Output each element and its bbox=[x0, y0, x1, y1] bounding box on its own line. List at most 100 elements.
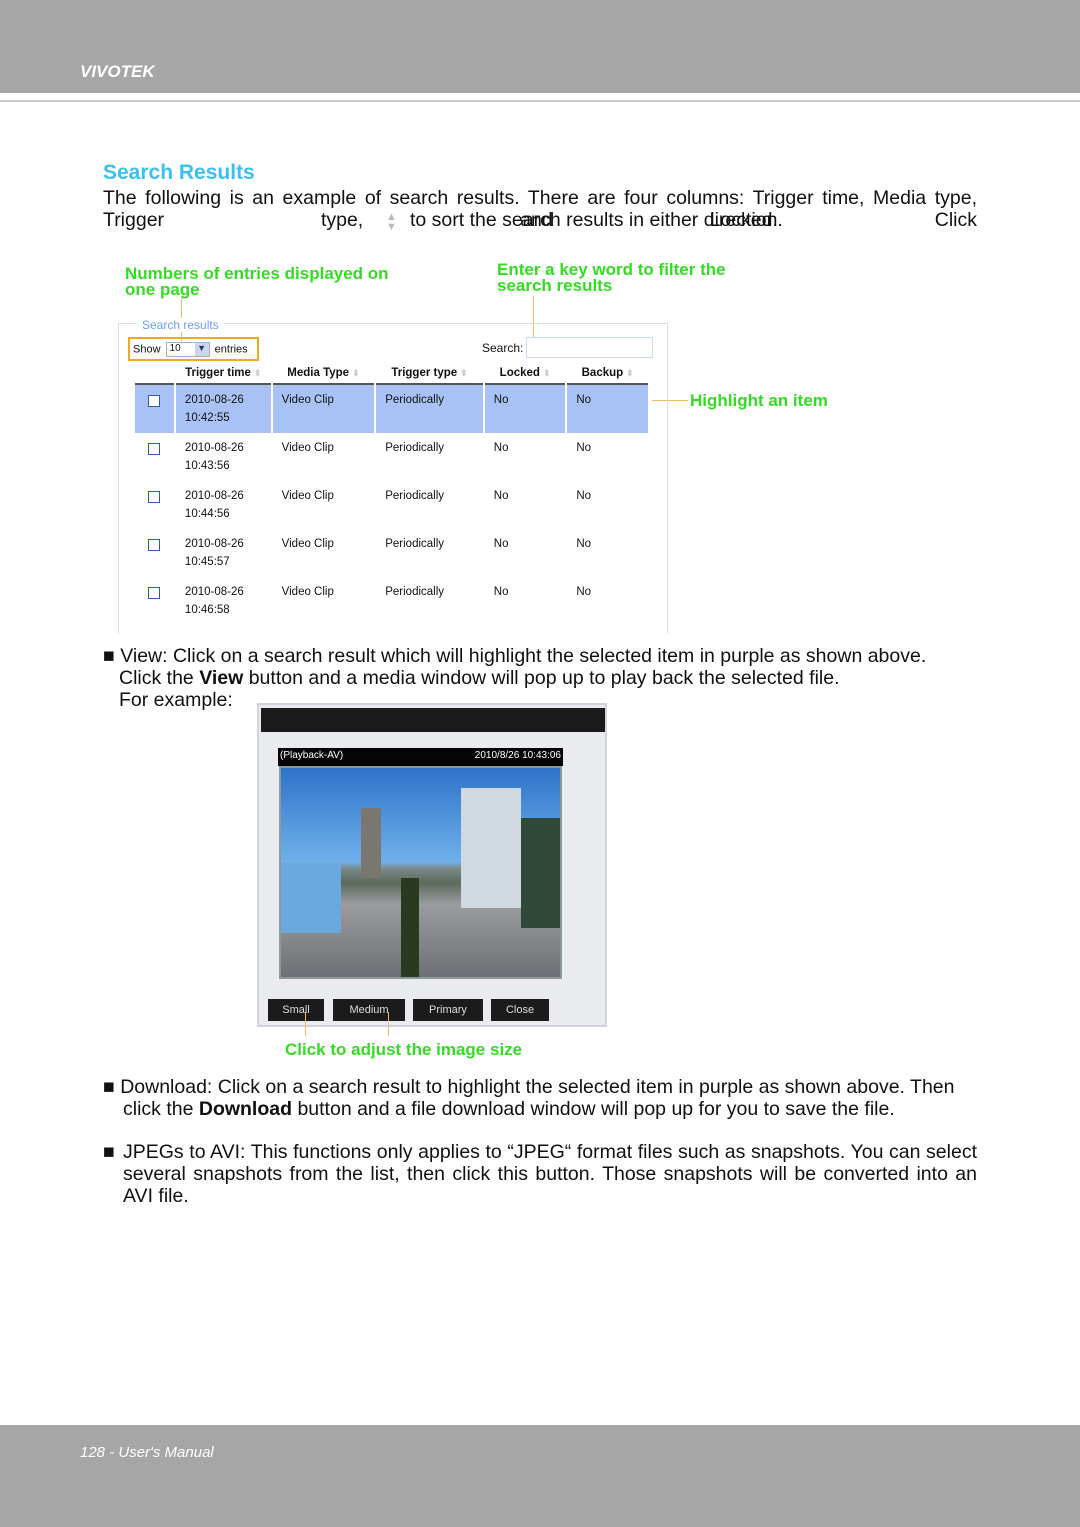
view-keyword: View bbox=[199, 667, 244, 689]
chevron-down-icon: ▼ bbox=[194, 343, 209, 356]
caption-left: (Playback-AV) bbox=[280, 750, 344, 761]
cell-media-type: Video Clip bbox=[273, 625, 375, 631]
row-select-cell bbox=[135, 577, 174, 625]
col-media-type[interactable]: Media Type ⬍ bbox=[272, 363, 375, 385]
caption-right: 2010/8/26 10:43:06 bbox=[474, 750, 561, 761]
cell-locked: No bbox=[493, 490, 509, 502]
cell-media-type: Video Clip bbox=[272, 385, 375, 433]
cell-trigger-type: Periodically bbox=[385, 490, 445, 502]
page-header bbox=[0, 0, 1080, 93]
cell-media-type: Video Clip bbox=[281, 490, 334, 502]
header-divider bbox=[0, 100, 1080, 102]
cell-media-type: Video Clip bbox=[281, 586, 334, 598]
cell-locked: No bbox=[493, 538, 509, 550]
row-checkbox[interactable] bbox=[148, 491, 160, 503]
callout-line bbox=[388, 1012, 389, 1036]
small-button[interactable]: Small bbox=[268, 999, 324, 1021]
close-button[interactable]: Close bbox=[491, 999, 549, 1021]
col-trigger-time[interactable]: Trigger time ⬍ bbox=[175, 363, 271, 385]
cell-backup: No bbox=[567, 385, 648, 433]
cell-trigger-time: 2010-08-26 10:43:56 bbox=[184, 442, 244, 472]
row-checkbox[interactable] bbox=[148, 395, 160, 407]
jpegs-text: JPEGs to AVI: This functions only applie… bbox=[123, 1141, 977, 1207]
entries-label: entries bbox=[214, 343, 248, 356]
sort-icon: ⬍ bbox=[352, 368, 360, 378]
view-line2: Click the View button and a media window… bbox=[119, 667, 840, 689]
row-checkbox[interactable] bbox=[148, 587, 160, 599]
view-text: View: Click on a search result which wil… bbox=[120, 645, 927, 667]
video-frame bbox=[279, 766, 562, 979]
sort-icon: ⬍ bbox=[542, 368, 551, 378]
cell-trigger-type: Periodically bbox=[376, 385, 483, 433]
cell-media-type: Video Clip bbox=[281, 442, 334, 454]
sort-icon: ⬍ bbox=[626, 368, 634, 378]
building bbox=[461, 788, 521, 908]
cell-backup: No bbox=[576, 490, 592, 502]
table-row[interactable]: 2010-08-26 10:42:55 Video Clip Periodical… bbox=[135, 385, 648, 433]
col-select bbox=[135, 363, 174, 385]
panel-legend: Search results bbox=[137, 318, 224, 332]
row-select-cell bbox=[135, 529, 174, 577]
cell-media-type: Video Clip bbox=[281, 538, 334, 550]
trees bbox=[521, 818, 560, 928]
row-select-cell bbox=[135, 385, 174, 433]
cell-trigger-type: Periodically bbox=[385, 442, 445, 454]
row-select-cell bbox=[135, 433, 174, 481]
section-title: Search Results bbox=[103, 161, 255, 184]
col-backup[interactable]: Backup ⬍ bbox=[567, 363, 648, 385]
table-row[interactable]: 2010-08-26 10:46:58 Video Clip Periodical… bbox=[135, 577, 648, 625]
building bbox=[361, 808, 381, 878]
sort-icon: ▲ ▼ bbox=[386, 211, 397, 233]
view-bullet: ■ View: Click on a search result which w… bbox=[103, 645, 927, 667]
cell-trigger-type: Periodically bbox=[385, 586, 445, 598]
col-locked[interactable]: Locked ⬍ bbox=[484, 363, 566, 385]
annotation-entries: Numbers of entries displayed on one page bbox=[125, 264, 389, 299]
media-popup-window: (Playback-AV) 2010/8/26 10:43:06 Small Me… bbox=[257, 703, 607, 1027]
popup-titlebar bbox=[261, 708, 605, 732]
sort-icon: ⬍ bbox=[253, 368, 262, 378]
table-row[interactable]: 2010-08-26 10:45:57 Video Clip Periodical… bbox=[135, 529, 648, 577]
median bbox=[401, 878, 419, 977]
intro-end: to sort the search results in either dir… bbox=[410, 209, 783, 231]
primary-button[interactable]: Primary bbox=[413, 999, 483, 1021]
entries-per-page: Show 10 ▼ entries bbox=[128, 337, 259, 361]
cell-locked: No bbox=[485, 625, 566, 631]
table-row[interactable]: 2010-08-26 10:43:56 Video Clip Periodical… bbox=[135, 433, 648, 481]
row-checkbox[interactable] bbox=[148, 443, 160, 455]
row-select-cell bbox=[135, 481, 174, 529]
annotation-filter: Enter a key word to filter the search re… bbox=[497, 260, 726, 295]
cell-trigger-time: 2010-08-26 10:44:56 bbox=[184, 490, 244, 520]
row-checkbox[interactable] bbox=[148, 539, 160, 551]
video-caption: (Playback-AV) 2010/8/26 10:43:06 bbox=[278, 748, 563, 766]
for-example: For example: bbox=[119, 689, 233, 711]
cell-trigger-type: Periodically bbox=[376, 625, 483, 631]
brand-logo: VIVOTEK bbox=[80, 62, 155, 81]
cell-trigger-time: 2010-08-26 10:42:55 bbox=[175, 385, 271, 433]
bullet-icon: ■ bbox=[103, 1141, 115, 1163]
entries-value: 10 bbox=[169, 343, 181, 354]
download-bullet: ■ Download: Click on a search result to … bbox=[103, 1076, 955, 1098]
cell-trigger-time: 2010-08-26 bbox=[176, 625, 271, 631]
sort-icon: ⬍ bbox=[460, 368, 468, 378]
annotation-image-size: Click to adjust the image size bbox=[285, 1040, 523, 1059]
medium-button[interactable]: Medium bbox=[333, 999, 405, 1021]
show-label: Show bbox=[133, 343, 161, 356]
search-label: Search: bbox=[482, 341, 524, 355]
col-trigger-type[interactable]: Trigger type ⬍ bbox=[376, 363, 483, 385]
cell-backup: No bbox=[576, 586, 592, 598]
entries-select[interactable]: 10 ▼ bbox=[165, 342, 210, 357]
callout-line bbox=[305, 1012, 306, 1036]
download-keyword: Download bbox=[198, 1098, 293, 1120]
results-table-viewport: Trigger time ⬍ Media Type ⬍ Trigger type ⬍ … bbox=[135, 363, 652, 631]
search-input[interactable] bbox=[526, 337, 653, 358]
row-select-cell bbox=[135, 625, 174, 631]
cell-trigger-time: 2010-08-26 10:46:58 bbox=[184, 586, 244, 616]
river bbox=[281, 863, 341, 933]
table-row[interactable]: 2010-08-26 10:44:56 Video Clip Periodical… bbox=[135, 481, 648, 529]
cell-backup: No bbox=[576, 538, 592, 550]
cell-locked: No bbox=[484, 385, 566, 433]
cell-trigger-type: Periodically bbox=[385, 538, 445, 550]
cell-locked: No bbox=[493, 442, 509, 454]
annotation-highlight: Highlight an item bbox=[690, 391, 828, 410]
table-row[interactable]: 2010-08-26 Video Clip Periodically No No bbox=[135, 625, 648, 631]
